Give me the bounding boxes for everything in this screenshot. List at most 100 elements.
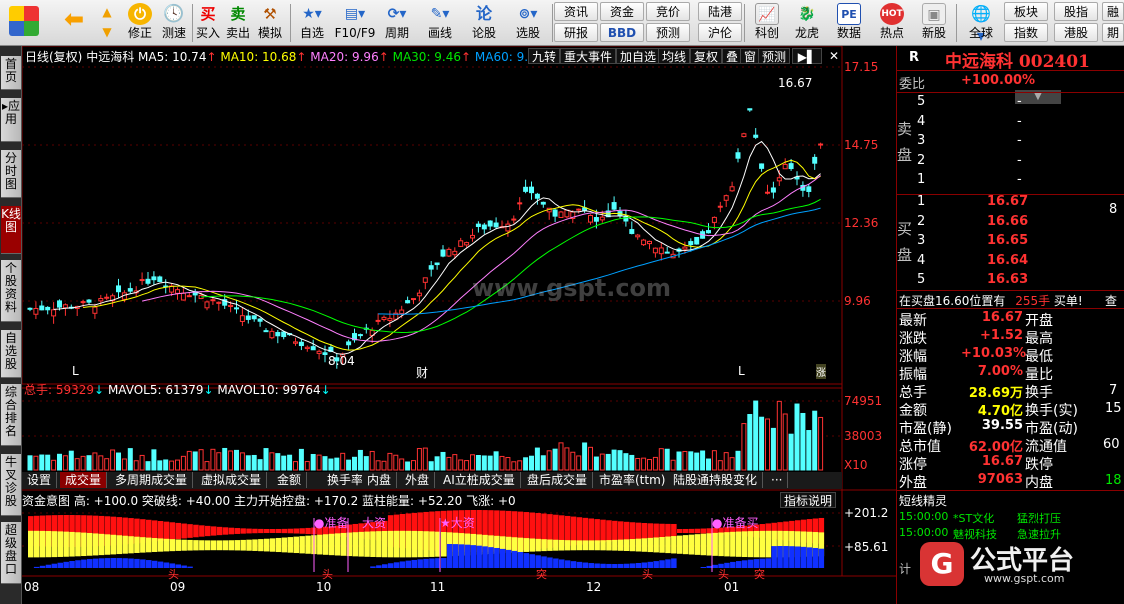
forecast-button[interactable]: 预测 bbox=[646, 23, 690, 42]
indicator-blue-bar bbox=[104, 558, 111, 568]
volume-bar bbox=[570, 451, 576, 471]
kline-chart-area[interactable]: 日线(复权) 中远海科 MA5: 10.74↑ MA10: 10.68↑ MA2… bbox=[22, 46, 896, 604]
buy-level-price: 16.66 bbox=[987, 213, 1029, 229]
hotspot-button[interactable]: HOT 热点 bbox=[872, 2, 912, 44]
buy-button[interactable]: 买 买入 bbox=[194, 2, 222, 44]
overlay-button[interactable]: 叠 bbox=[722, 48, 743, 64]
indicator-red-bar bbox=[647, 523, 653, 539]
watchlist-button[interactable]: ★▾ 自选 bbox=[292, 2, 332, 44]
data-button[interactable]: PE 数据 bbox=[830, 2, 868, 44]
indicator-yellow-bar bbox=[529, 538, 535, 552]
indicator-yellow-bar bbox=[287, 537, 294, 553]
tab-amount[interactable]: 金额 bbox=[272, 472, 308, 488]
tab-after-hours-volume[interactable]: 盘后成交量 bbox=[522, 472, 594, 488]
tab-kline[interactable]: K线图 bbox=[1, 206, 21, 254]
news-button[interactable]: 资讯 bbox=[554, 2, 598, 21]
tab-inner-volume[interactable]: 内盘 bbox=[362, 472, 398, 488]
sell-button[interactable]: 卖 卖出 bbox=[224, 2, 252, 44]
tab-intraday[interactable]: 分时图 bbox=[1, 150, 21, 198]
candle-body bbox=[239, 315, 245, 322]
page-up-button[interactable]: ▲ ▼ bbox=[96, 2, 118, 44]
period-button[interactable]: ⟳▾ 周期 bbox=[378, 2, 416, 44]
menu-grid-button[interactable] bbox=[4, 2, 44, 44]
stock-pick-button[interactable]: ⊚▾ 选股 bbox=[506, 2, 550, 44]
nine-turn-button[interactable]: 九转 bbox=[528, 48, 561, 64]
indicator-red-bar bbox=[688, 528, 695, 534]
volume-bar bbox=[98, 455, 104, 471]
research-button[interactable]: 研报 bbox=[554, 23, 598, 42]
futures-button[interactable]: 期货 bbox=[1102, 23, 1124, 42]
hk-connect-button[interactable]: 陆港 bbox=[698, 2, 742, 21]
tab-hk-holdings[interactable]: 陆股通持股变化 bbox=[668, 472, 764, 488]
ma-setting-button[interactable]: 均线 bbox=[658, 48, 691, 64]
indicator-yellow-bar bbox=[151, 538, 158, 552]
volume-bar bbox=[298, 448, 304, 471]
shanghai-london-button[interactable]: 沪伦 bbox=[698, 23, 742, 42]
star-icon: ★ bbox=[440, 516, 451, 530]
volume-bar bbox=[635, 457, 641, 471]
play-icon[interactable]: ▶▌ bbox=[792, 48, 822, 64]
tab-settings[interactable]: 设置 bbox=[22, 472, 58, 488]
tab-stock-info[interactable]: 个股资料 bbox=[1, 260, 21, 322]
tab-apps[interactable]: ▸应用 bbox=[1, 98, 21, 142]
tab-ai-volume[interactable]: AI立桩成交量 bbox=[438, 472, 521, 488]
indicator-yellow-bar bbox=[541, 539, 547, 552]
tab-super-panel[interactable]: 超级盘口 bbox=[1, 522, 21, 584]
indicator-blue-bar bbox=[441, 558, 447, 568]
indicator-yellow-bar bbox=[641, 538, 648, 552]
indicator-blue-bar bbox=[81, 559, 87, 568]
stock-index-button[interactable]: 股指 bbox=[1054, 2, 1098, 21]
star-market-button[interactable]: 📈 科创 bbox=[748, 2, 786, 44]
close-icon[interactable]: ✕ bbox=[826, 48, 840, 64]
volume-bar bbox=[210, 448, 216, 471]
f10-button[interactable]: ▤▾ F10/F9 bbox=[334, 2, 376, 44]
global-button[interactable]: 🌐▾ 全球 bbox=[960, 2, 1002, 45]
candle-body bbox=[564, 209, 570, 218]
draw-line-button[interactable]: ✎▾ 画线 bbox=[420, 2, 460, 44]
volume-bar bbox=[529, 455, 534, 471]
index-button[interactable]: 指数 bbox=[1004, 23, 1048, 42]
simulate-button[interactable]: ⚒ 模拟 bbox=[254, 2, 286, 44]
stock-title: 中远海科 002401 bbox=[945, 47, 1090, 72]
forecast-chart-button[interactable]: 预测 bbox=[758, 48, 791, 64]
margin-button[interactable]: 融资 bbox=[1102, 2, 1124, 21]
tab-pe-ttm[interactable]: 市盈率(ttm) bbox=[594, 472, 672, 488]
dragon-tiger-button[interactable]: 🐉 龙虎 bbox=[788, 2, 826, 44]
fix-button[interactable]: ⏻ 修正 bbox=[124, 2, 156, 44]
indicator-yellow-bar bbox=[423, 531, 429, 558]
bidding-button[interactable]: 竞价 bbox=[646, 2, 690, 21]
tab-volume[interactable]: 成交量 bbox=[60, 472, 108, 488]
tab-more[interactable]: ··· bbox=[766, 472, 789, 488]
candle-body bbox=[45, 306, 51, 311]
indicator-yellow-bar bbox=[635, 538, 642, 552]
speedtest-button[interactable]: 🕓 测速 bbox=[158, 2, 190, 44]
tab-home[interactable]: 首页 bbox=[1, 56, 21, 90]
volume-bar bbox=[127, 448, 133, 471]
volume-bar bbox=[27, 455, 33, 471]
tab-virtual-volume[interactable]: 虚拟成交量 bbox=[196, 472, 268, 488]
indicator-help-button[interactable]: 指标说明 bbox=[780, 492, 837, 508]
sector-button[interactable]: 板块 bbox=[1004, 2, 1048, 21]
tab-ranking[interactable]: 综合排名 bbox=[1, 384, 21, 446]
tab-watchlist[interactable]: 自选股 bbox=[1, 330, 21, 378]
indicator-yellow-bar bbox=[222, 540, 229, 551]
ipo-button[interactable]: ▣ 新股 bbox=[914, 2, 954, 44]
hk-stock-button[interactable]: 港股 bbox=[1054, 23, 1098, 42]
candle-body bbox=[717, 205, 723, 208]
discuss-button[interactable]: 论 论股 bbox=[464, 2, 504, 44]
add-watchlist-button[interactable]: 加自选 bbox=[616, 48, 661, 64]
window-button[interactable]: 窗 bbox=[740, 48, 761, 64]
candle-body bbox=[664, 251, 670, 254]
quote-value: +10.03% bbox=[961, 346, 1027, 361]
bbd-button[interactable]: BBD bbox=[600, 23, 644, 42]
query-button[interactable]: 查 bbox=[1105, 292, 1117, 309]
back-button[interactable]: ⬅ bbox=[56, 2, 92, 44]
tab-multi-period-volume[interactable]: 多周期成交量 bbox=[110, 472, 194, 488]
tab-diagnosis[interactable]: 牛叉诊股 bbox=[1, 454, 21, 516]
tab-outer-volume[interactable]: 外盘 bbox=[400, 472, 436, 488]
short-term-stock[interactable]: *ST文化 bbox=[953, 510, 994, 526]
major-events-button[interactable]: 重大事件 bbox=[560, 48, 617, 64]
price-tick: 12.36 bbox=[844, 216, 879, 230]
adjust-button[interactable]: 复权 bbox=[690, 48, 723, 64]
funds-button[interactable]: 资金 bbox=[600, 2, 644, 21]
